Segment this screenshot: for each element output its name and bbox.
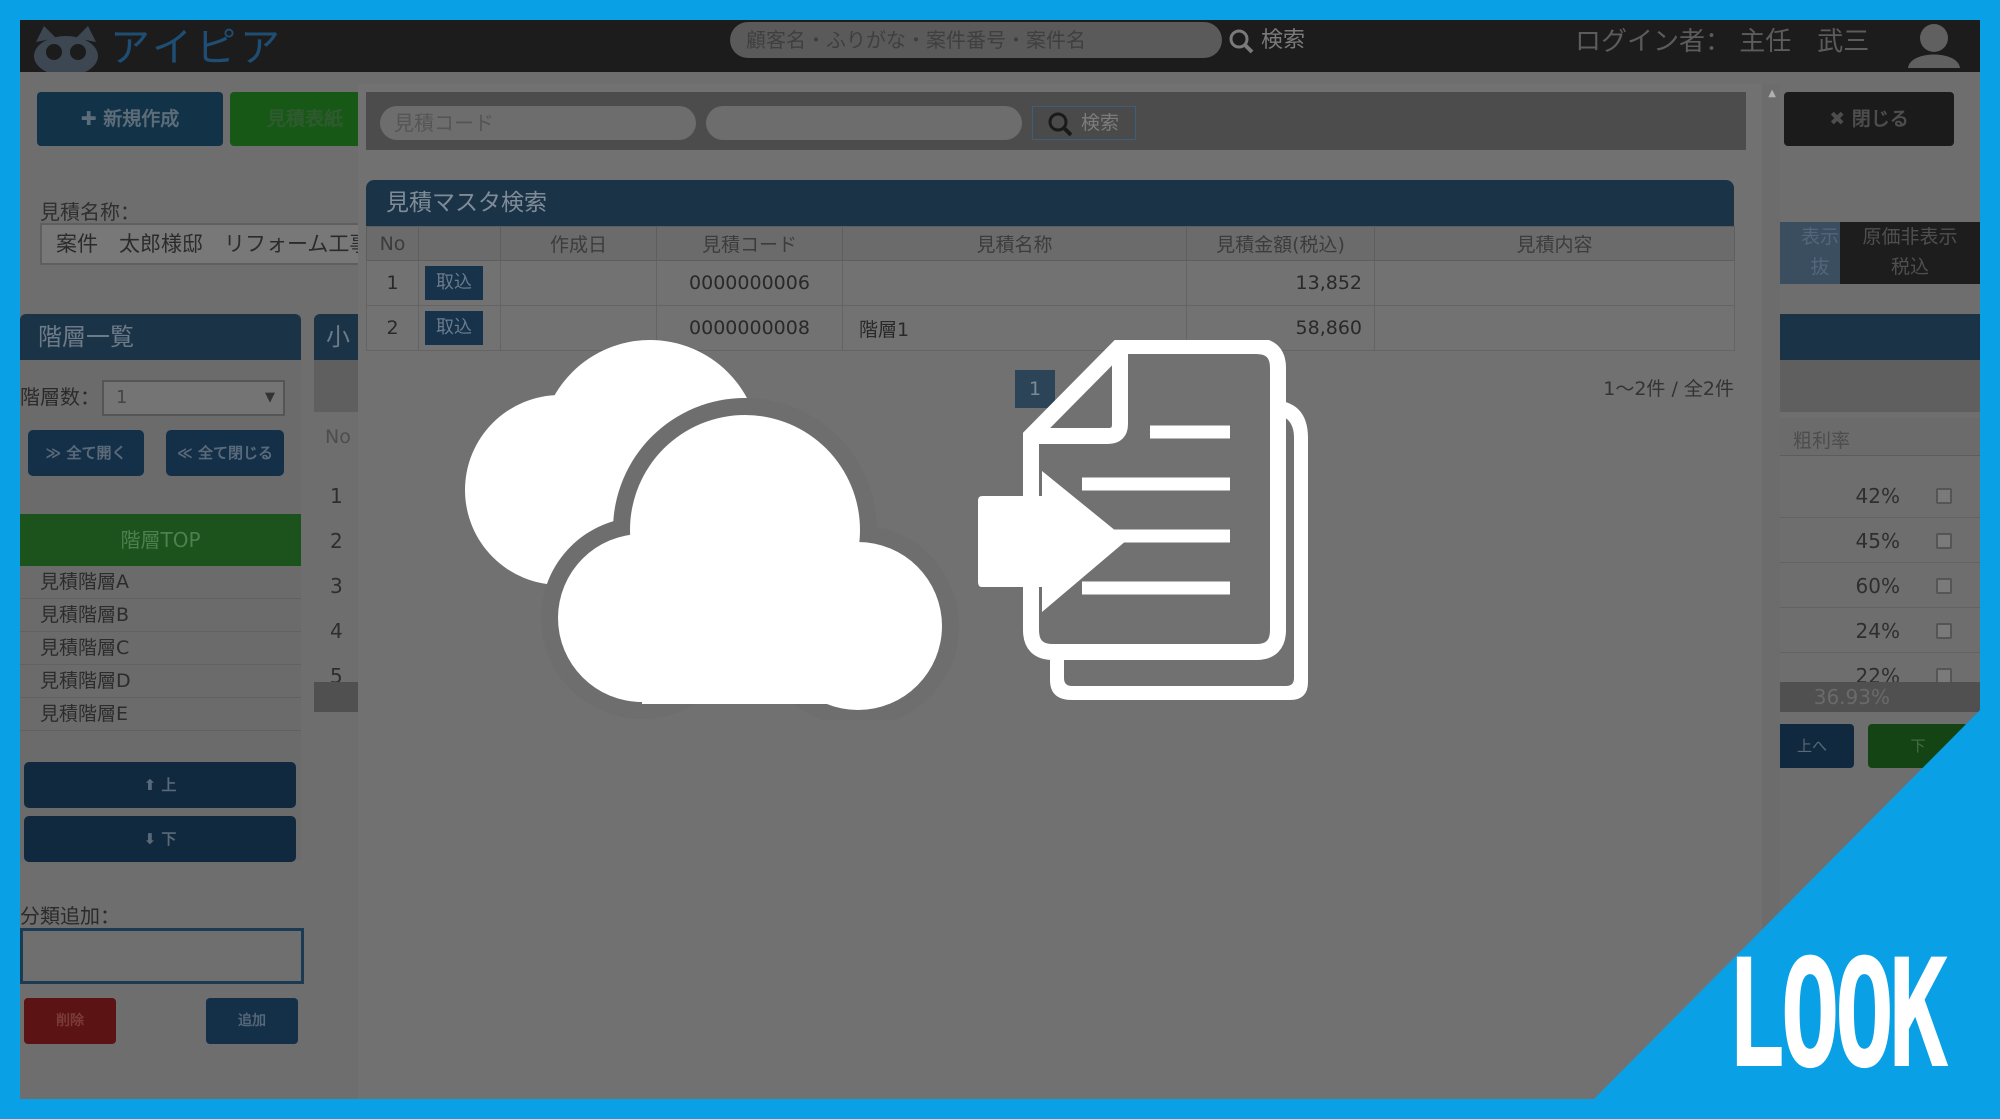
column-header-date: 作成日 <box>500 226 657 261</box>
expand-all-button[interactable]: ≫ 全て開く <box>28 430 144 476</box>
detail-panel-header-right <box>1780 314 1980 360</box>
column-header-no: No <box>366 226 419 261</box>
row-no: 1 <box>366 260 419 306</box>
collapse-all-button[interactable]: ≪ 全て閉じる <box>166 430 284 476</box>
scroll-down-button[interactable]: 下 <box>1868 724 1968 768</box>
move-up-button[interactable]: ⬆ 上 <box>24 762 296 808</box>
move-down-button[interactable]: ⬇ 下 <box>24 816 296 862</box>
look-label: LOOK <box>1726 928 1949 1102</box>
gross-margin-value: 45% <box>1855 529 1900 553</box>
user-avatar-icon[interactable] <box>1904 22 1964 68</box>
gross-margin-value: 24% <box>1855 619 1900 643</box>
hierarchy-item[interactable]: 見積階層D <box>20 665 301 698</box>
pagination-info: 1～2件 / 全2件 <box>1603 378 1734 400</box>
app-header: アイピア 顧客名・ふりがな・案件番号・案件名 検索 ログイン者： 主任 武三 <box>20 20 1980 76</box>
chevron-down-icon: ▼ <box>265 390 275 405</box>
scroll-up-arrow-icon[interactable]: ▲ <box>1768 88 1776 99</box>
detail-row-number: 3 <box>330 574 343 598</box>
column-header-name: 見積名称 <box>842 226 1187 261</box>
column-header-action <box>418 226 501 261</box>
hierarchy-item[interactable]: 見積階層B <box>20 599 301 632</box>
row-code: 0000000006 <box>656 260 843 306</box>
top-search-button[interactable]: 検索 <box>1228 24 1305 58</box>
detail-no-header: No <box>325 426 351 448</box>
close-button[interactable]: ✖ 閉じる <box>1784 92 1954 146</box>
search-icon <box>1229 29 1254 54</box>
modal-title: 見積マスタ検索 <box>366 180 1734 226</box>
modal-search-label: 検索 <box>1081 112 1120 134</box>
row-name <box>842 260 1187 306</box>
detail-row-number: 4 <box>330 619 343 643</box>
cloud-to-document-illustration <box>465 340 1308 720</box>
estimate-name-search-input[interactable] <box>706 106 1022 140</box>
hierarchy-item[interactable]: 見積階層A <box>20 566 301 599</box>
gross-margin-value: 60% <box>1855 574 1900 598</box>
table-row: 1 取込 0000000006 13,852 <box>366 260 1735 306</box>
hierarchy-count-label: 階層数： <box>20 385 100 409</box>
detail-row-number: 1 <box>330 484 343 508</box>
estimate-name-label: 見積名称： <box>40 200 140 224</box>
row-checkbox[interactable] <box>1936 533 1952 549</box>
column-header-code: 見積コード <box>656 226 843 261</box>
cloud-icon <box>465 340 959 720</box>
import-button[interactable]: 取込 <box>425 266 483 300</box>
row-checkbox[interactable] <box>1936 488 1952 504</box>
gross-margin-header: 粗利率 <box>1793 430 1851 452</box>
category-add-label: 分類追加： <box>20 904 120 928</box>
row-checkbox[interactable] <box>1936 578 1952 594</box>
top-search-input[interactable]: 顧客名・ふりがな・案件番号・案件名 <box>730 22 1222 58</box>
hierarchy-item[interactable]: 見積階層C <box>20 632 301 665</box>
delete-button[interactable]: 削除 <box>24 998 116 1044</box>
detail-subheader-right <box>1780 360 1980 412</box>
new-create-button[interactable]: ✚ 新規作成 <box>37 92 223 146</box>
login-user-text: ログイン者： 主任 武三 <box>1575 27 1870 57</box>
estimate-name-field[interactable]: 案件 太郎様邸 リフォーム工事 <box>40 223 380 265</box>
column-header-amount: 見積金額(税込) <box>1186 226 1375 261</box>
row-checkbox[interactable] <box>1936 623 1952 639</box>
row-no: 2 <box>366 305 419 351</box>
estimate-code-input[interactable]: 見積コード <box>380 106 696 140</box>
row-content <box>1374 260 1735 306</box>
hierarchy-top-item[interactable]: 階層TOP <box>20 514 301 566</box>
hierarchy-panel: 階層一覧 階層数： 1 ▼ ≫ 全て開く ≪ 全て閉じる 階層TOP 見積階層A… <box>20 314 301 862</box>
category-add-input[interactable] <box>20 928 304 984</box>
estimate-result-table: No 作成日 見積コード 見積名称 見積金額(税込) 見積内容 1 取込 000… <box>366 226 1735 351</box>
modal-search-button[interactable]: 検索 <box>1032 106 1136 140</box>
search-icon <box>1048 112 1073 137</box>
hierarchy-count-select[interactable]: 1 ▼ <box>102 380 285 416</box>
app-logo-text: アイピア <box>110 25 284 71</box>
hierarchy-count-value: 1 <box>116 387 128 408</box>
top-search-label: 検索 <box>1261 28 1306 53</box>
detail-row-number: 2 <box>330 529 343 553</box>
gross-margin-total: 36.93% <box>1813 685 1890 709</box>
cost-hide-toggle-button[interactable]: 原価非表示 税込 <box>1840 222 1980 284</box>
gross-margin-value: 42% <box>1855 484 1900 508</box>
scroll-up-button[interactable]: 上へ <box>1770 724 1854 768</box>
add-button[interactable]: 追加 <box>206 998 298 1044</box>
hierarchy-item[interactable]: 見積階層E <box>20 698 301 731</box>
hierarchy-panel-title: 階層一覧 <box>20 314 301 360</box>
column-header-content: 見積内容 <box>1374 226 1735 261</box>
row-amount: 13,852 <box>1186 260 1375 306</box>
row-date <box>500 260 657 306</box>
table-header-row: No 作成日 見積コード 見積名称 見積金額(税込) 見積内容 <box>366 226 1735 261</box>
owl-logo-icon <box>26 22 112 76</box>
modal-search-bar: 見積コード 検索 <box>366 92 1746 150</box>
